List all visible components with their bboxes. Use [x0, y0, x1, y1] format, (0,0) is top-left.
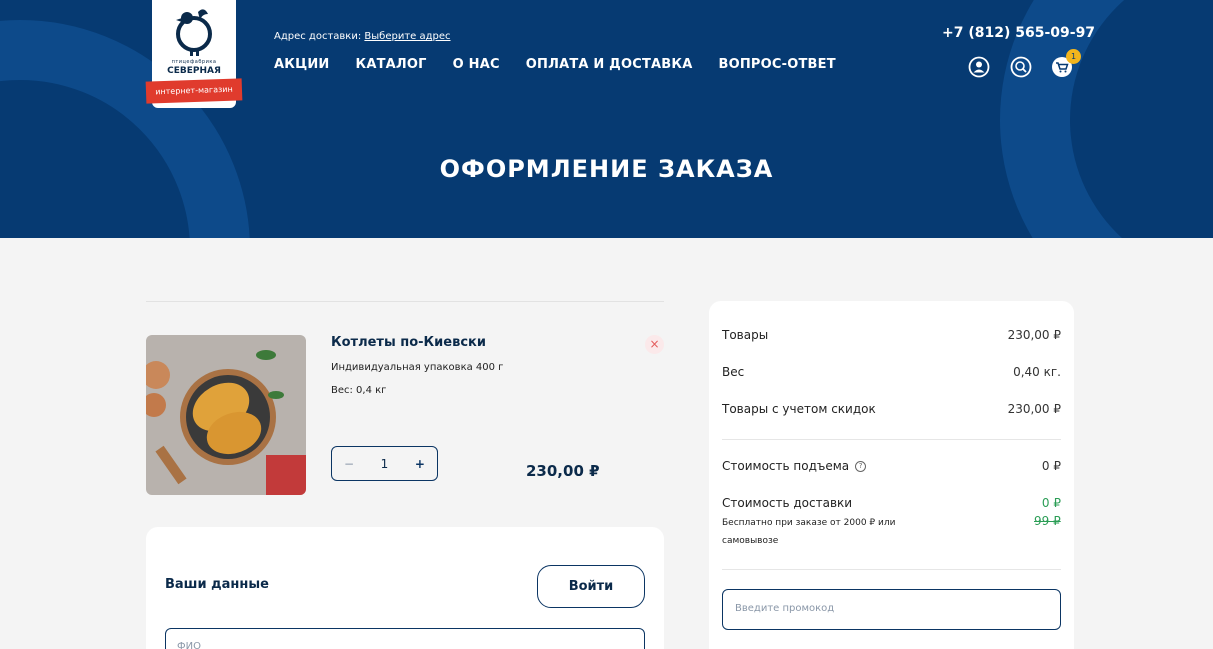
login-button[interactable]: Войти	[537, 565, 645, 608]
discount-label: Товары с учетом скидок	[722, 402, 876, 416]
decrease-button[interactable]: −	[344, 457, 354, 471]
summary-divider	[722, 439, 1061, 440]
phone-number[interactable]: +7 (812) 565-09-97	[942, 25, 1095, 41]
remove-item-button[interactable]: ×	[645, 335, 664, 354]
product-description: Индивидуальная упаковка 400 г	[331, 362, 504, 373]
nav-item-catalog[interactable]: КАТАЛОГ	[356, 57, 427, 72]
user-icon[interactable]	[968, 56, 990, 78]
logo-line2: СЕВЕРНАЯ	[167, 66, 221, 76]
search-icon[interactable]	[1010, 56, 1032, 78]
goods-value: 230,00 ₽	[1007, 328, 1061, 342]
quantity-stepper: − 1 +	[331, 446, 438, 481]
delivery-value: 0 ₽	[1041, 496, 1061, 510]
choose-address-link[interactable]: Выберите адрес	[364, 31, 450, 42]
product-weight: Вес: 0,4 кг	[331, 385, 387, 396]
logo-line1: птицефабрика	[171, 59, 217, 65]
summary-divider	[722, 569, 1061, 570]
help-icon[interactable]: ?	[855, 461, 867, 472]
weight-value: 0,40 кг.	[1013, 365, 1061, 379]
cart-count-badge: 1	[1066, 49, 1081, 64]
nav-item-payment-delivery[interactable]: ОПЛАТА И ДОСТАВКА	[526, 57, 693, 72]
site-logo[interactable]: птицефабрика СЕВЕРНАЯ интернет-магазин	[145, 0, 243, 108]
address-label: Адрес доставки:	[274, 31, 362, 42]
summary-row-goods: Товары 230,00 ₽	[722, 328, 1061, 342]
summary-row-delivery: Стоимость доставки 0 ₽	[722, 496, 1061, 510]
logo-ribbon: интернет-магазин	[145, 78, 243, 104]
lift-label: Стоимость подъема	[722, 459, 850, 473]
user-data-title: Ваши данные	[165, 577, 269, 592]
delivery-address: Адрес доставки: Выберите адрес	[274, 31, 451, 42]
delivery-label: Стоимость доставки	[722, 496, 853, 510]
main-nav: АКЦИИ КАТАЛОГ О НАС ОПЛАТА И ДОСТАВКА ВО…	[274, 57, 836, 72]
divider	[146, 301, 664, 302]
summary-row-weight: Вес 0,40 кг.	[722, 365, 1061, 379]
promo-code-input[interactable]: Введите промокод	[722, 589, 1061, 630]
weight-label: Вес	[722, 365, 745, 379]
page-title: ОФОРМЛЕНИЕ ЗАКАЗА	[439, 155, 774, 183]
delivery-note: Бесплатно при заказе от 2000 ₽ или самов…	[722, 518, 896, 546]
rooster-icon	[176, 9, 212, 56]
product-name[interactable]: Котлеты по-Киевски	[331, 335, 486, 350]
item-price: 230,00 ₽	[526, 462, 600, 480]
nav-item-about[interactable]: О НАС	[453, 57, 500, 72]
page-header: птицефабрика СЕВЕРНАЯ интернет-магазин А…	[0, 0, 1213, 238]
order-summary: Товары 230,00 ₽ Вес 0,40 кг. Товары с уч…	[709, 301, 1074, 649]
increase-button[interactable]: +	[415, 457, 425, 471]
quantity-value[interactable]: 1	[381, 457, 389, 471]
discount-value: 230,00 ₽	[1007, 402, 1061, 416]
summary-row-lift: Стоимость подъема? 0 ₽	[722, 459, 1061, 473]
fio-input[interactable]: ФИО	[165, 628, 645, 649]
goods-label: Товары	[722, 328, 769, 342]
nav-item-promotions[interactable]: АКЦИИ	[274, 57, 330, 72]
delivery-old-price: 99 ₽	[1034, 514, 1061, 528]
nav-item-faq[interactable]: ВОПРОС-ОТВЕТ	[718, 57, 835, 72]
lift-value: 0 ₽	[1041, 459, 1061, 473]
user-data-card: Ваши данные Войти ФИО	[146, 527, 664, 649]
summary-row-discount: Товары с учетом скидок 230,00 ₽	[722, 402, 1061, 416]
product-image[interactable]	[146, 335, 306, 495]
